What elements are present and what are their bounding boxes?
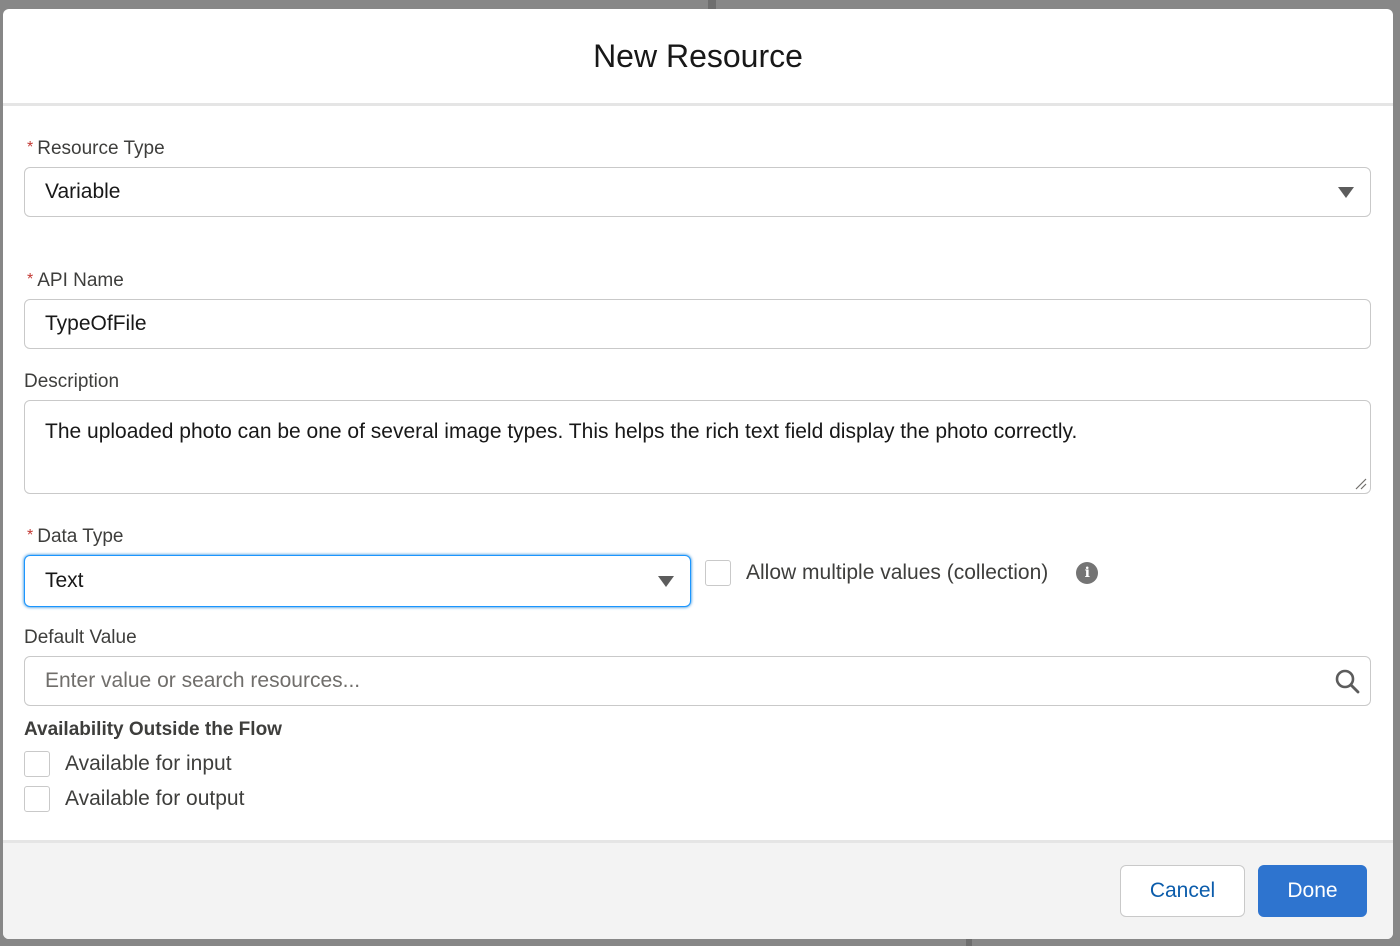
data-type-label: * Data Type — [27, 526, 124, 547]
default-value-placeholder: Enter value or search resources... — [45, 669, 361, 692]
description-textarea[interactable]: The uploaded photo can be one of several… — [24, 400, 1371, 494]
availability-section-title: Availability Outside the Flow — [24, 719, 282, 740]
available-input-row: Available for input — [24, 751, 232, 777]
available-output-row: Available for output — [24, 786, 244, 812]
allow-multiple-label: Allow multiple values (collection) — [746, 561, 1049, 584]
background-divider — [966, 938, 972, 946]
available-output-label: Available for output — [65, 787, 245, 810]
dialog-title: New Resource — [593, 37, 803, 74]
new-resource-dialog: New Resource * Resource Type Variable * AP… — [3, 9, 1393, 939]
dialog-header: New Resource — [3, 9, 1393, 106]
default-value-label: Default Value — [24, 627, 137, 648]
allow-multiple-row: Allow multiple values (collection) i — [705, 558, 1099, 588]
required-indicator: * — [27, 527, 34, 544]
api-name-value: TypeOfFile — [45, 312, 147, 335]
api-name-label: * API Name — [27, 270, 124, 291]
default-value-input[interactable]: Enter value or search resources... — [24, 656, 1371, 706]
available-output-checkbox[interactable] — [24, 786, 50, 812]
allow-multiple-checkbox[interactable] — [705, 560, 731, 586]
description-label: Description — [24, 371, 120, 392]
api-name-input[interactable]: TypeOfFile — [24, 299, 1371, 349]
resource-type-label: * Resource Type — [27, 138, 165, 159]
dialog-body: * Resource Type Variable * API Name TypeOf… — [3, 106, 1393, 842]
resource-type-value: Variable — [45, 180, 121, 203]
search-icon[interactable] — [1334, 668, 1360, 694]
resize-handle-icon[interactable] — [1355, 478, 1367, 490]
required-indicator: * — [27, 139, 34, 156]
description-value: The uploaded photo can be one of several… — [45, 420, 1078, 443]
available-input-label: Available for input — [65, 752, 232, 775]
chevron-down-icon — [658, 575, 674, 587]
done-button[interactable]: Done — [1258, 865, 1367, 917]
resource-type-select[interactable]: Variable — [24, 167, 1371, 217]
info-icon[interactable]: i — [1076, 562, 1099, 584]
cancel-button[interactable]: Cancel — [1120, 865, 1245, 917]
chevron-down-icon — [1338, 186, 1354, 198]
available-input-checkbox[interactable] — [24, 751, 50, 777]
data-type-select[interactable]: Text — [24, 555, 691, 607]
required-indicator: * — [27, 271, 34, 288]
dialog-footer: Cancel Done — [3, 840, 1393, 939]
data-type-value: Text — [45, 569, 84, 592]
